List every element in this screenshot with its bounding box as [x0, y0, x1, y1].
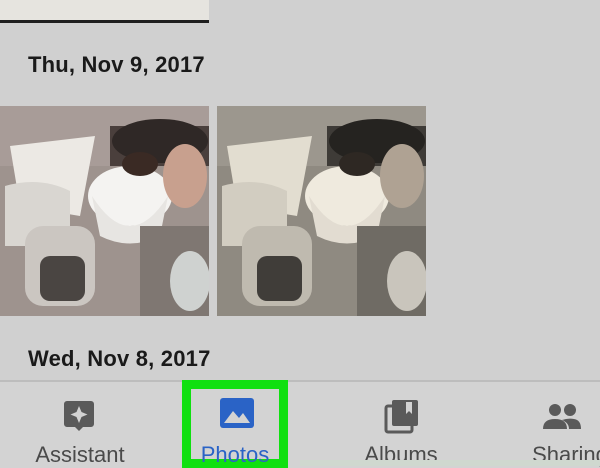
- nav-label-photos: Photos: [200, 442, 270, 467]
- sharing-icon: [542, 402, 582, 435]
- photo-thumbnail[interactable]: [0, 106, 209, 316]
- nav-tab-sharing[interactable]: Sharing: [520, 382, 600, 468]
- bottom-navigation-bar: Assistant Photos Albums Sharin: [0, 380, 600, 468]
- nav-label-assistant: Assistant: [35, 442, 125, 467]
- photos-icon: [220, 398, 254, 433]
- date-header-nov-9: Thu, Nov 9, 2017: [28, 52, 205, 77]
- previous-photo-thumbnail[interactable]: [0, 0, 209, 23]
- nav-tab-assistant[interactable]: Assistant: [20, 382, 140, 468]
- assistant-icon: [62, 398, 96, 437]
- date-header-nov-8: Wed, Nov 8, 2017: [28, 346, 211, 371]
- photo-thumbnail[interactable]: [217, 106, 426, 316]
- nav-tab-photos[interactable]: Photos: [182, 380, 288, 468]
- albums-icon: [384, 398, 420, 439]
- nav-tab-albums[interactable]: Albums: [346, 382, 456, 468]
- nav-bottom-indicator: [300, 460, 600, 466]
